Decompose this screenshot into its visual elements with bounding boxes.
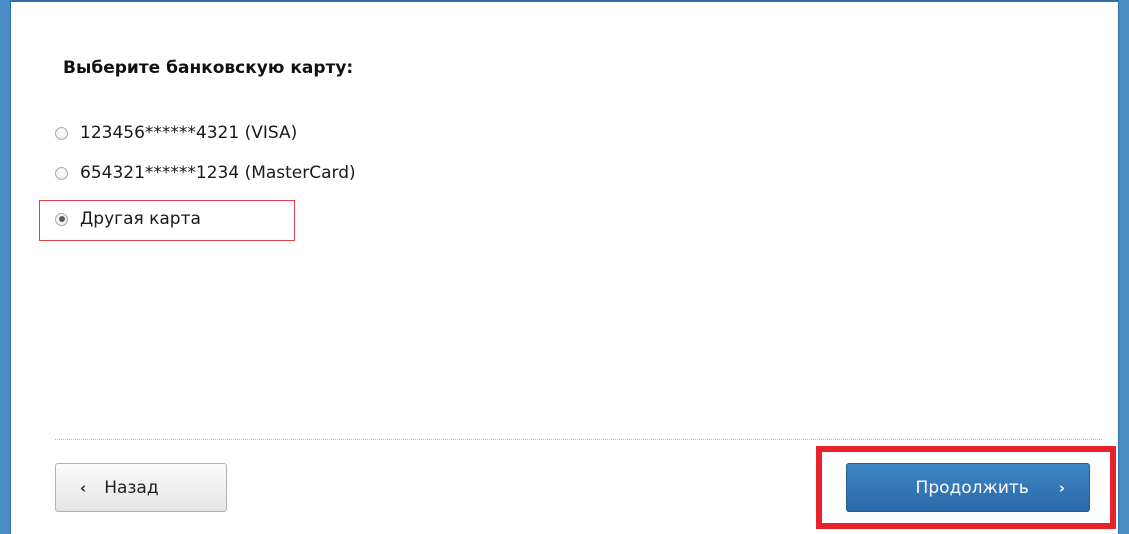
continue-button[interactable]: Продолжить › [846, 463, 1090, 512]
back-button[interactable]: ‹ Назад [55, 463, 227, 512]
card-option-label: 123456******4321 (VISA) [80, 123, 298, 143]
card-option-other[interactable]: Другая карта [55, 206, 201, 232]
card-option-visa[interactable]: 123456******4321 (VISA) [55, 120, 297, 146]
back-button-label: Назад [104, 477, 159, 498]
continue-button-label: Продолжить [915, 477, 1029, 498]
radio-button-selected[interactable] [55, 212, 68, 226]
radio-button[interactable] [55, 126, 68, 140]
payment-panel: Выберите банковскую карту: 123456******4… [10, 0, 1119, 534]
radio-button[interactable] [55, 166, 68, 180]
footer-divider [55, 439, 1102, 440]
card-option-label: 654321******1234 (MasterCard) [80, 163, 356, 183]
chevron-right-icon: › [1058, 478, 1065, 497]
page-title: Выберите банковскую карту: [63, 58, 354, 78]
card-option-mastercard[interactable]: 654321******1234 (MasterCard) [55, 160, 356, 186]
chevron-left-icon: ‹ [80, 478, 87, 497]
card-option-label: Другая карта [80, 209, 201, 229]
